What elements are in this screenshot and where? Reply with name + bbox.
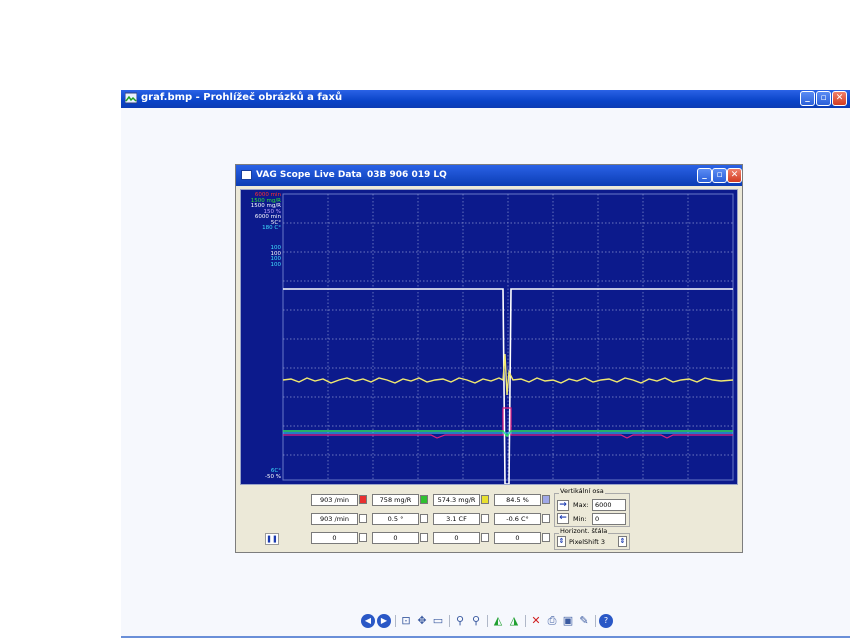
channel-value: 0 <box>433 532 480 544</box>
channel-color-swatch <box>542 495 550 504</box>
channel-checkbox <box>359 533 367 542</box>
scope-part-number: 03B 906 019 LQ <box>367 170 447 180</box>
legend-mid: 100 100 100 100 <box>241 245 282 268</box>
next-icon[interactable]: ▶ <box>377 614 391 628</box>
channel-checkbox <box>359 514 367 523</box>
channel-value: 574.3 mg/R <box>433 494 480 506</box>
save-icon[interactable]: ▣ <box>561 614 575 628</box>
toolbar-separator <box>525 615 526 627</box>
scroll-up-icon: ⇕ <box>618 536 627 547</box>
viewer-toolbar: ◀ ▶ ⊡ ✥ ▭ ⚲ ⚲ ◭ ◮ ✕ ⎙ ▣ ✎ ? <box>361 614 621 632</box>
legend-bottom: 6C° -50 % <box>241 468 281 480</box>
scope-app-name: VAG Scope <box>256 170 311 180</box>
vag-scope-window: VAG Scope Live Data 03B 906 019 LQ _ ▫ ✕ <box>235 164 743 553</box>
arrow-left-icon: ← <box>557 513 569 524</box>
channel-checkbox <box>542 533 550 542</box>
previous-icon[interactable]: ◀ <box>361 614 375 628</box>
slideshow-icon[interactable]: ▭ <box>431 614 445 628</box>
min-input: 0 <box>592 513 626 525</box>
scope-close-icon: ✕ <box>727 168 742 183</box>
channel-color-swatch <box>481 495 489 504</box>
close-button[interactable]: ✕ <box>832 91 847 106</box>
channel-checkbox <box>420 514 428 523</box>
best-fit-icon[interactable]: ⊡ <box>399 614 413 628</box>
vertical-scale-title: Vertikální osa <box>559 487 605 495</box>
minimize-button[interactable]: _ <box>800 91 815 106</box>
edit-icon[interactable]: ✎ <box>577 614 591 628</box>
channel-value: -0.6 C° <box>494 513 541 525</box>
scope-mode: Live Data <box>314 170 362 180</box>
channel-value: 0.5 ° <box>372 513 419 525</box>
channel-value: 903 /min <box>311 494 358 506</box>
zoom-in-icon[interactable]: ⚲ <box>453 614 467 628</box>
channel-color-swatch <box>359 495 367 504</box>
legend-label: 180 C° <box>262 225 281 231</box>
toolbar-separator <box>487 615 488 627</box>
print-icon[interactable]: ⎙ <box>545 614 559 628</box>
scope-graph <box>282 193 734 484</box>
scope-maximize-icon: ▫ <box>712 168 727 183</box>
viewer-title-text: graf.bmp - Prohlížeč obrázků a faxů <box>141 92 343 103</box>
horizontal-scale-value: PixelShift 3 <box>569 538 606 546</box>
scroll-down-icon: ⇕ <box>557 536 566 547</box>
help-icon[interactable]: ? <box>599 614 613 628</box>
channel-value: 758 mg/R <box>372 494 419 506</box>
delete-icon[interactable]: ✕ <box>529 614 543 628</box>
legend-label: -50 % <box>265 473 281 480</box>
channel-color-swatch <box>420 495 428 504</box>
rotate-clockwise-icon[interactable]: ◭ <box>491 614 505 628</box>
maximize-button[interactable]: ▫ <box>816 91 831 106</box>
scope-app-icon <box>241 170 252 180</box>
channel-checkbox <box>481 533 489 542</box>
rotate-counterclockwise-icon[interactable]: ◮ <box>507 614 521 628</box>
channel-checkbox <box>542 514 550 523</box>
channel-value: 0 <box>311 532 358 544</box>
toolbar-separator <box>395 615 396 627</box>
channel-value: 0 <box>372 532 419 544</box>
actual-size-icon[interactable]: ✥ <box>415 614 429 628</box>
channel-value: 84.5 % <box>494 494 541 506</box>
channel-value: 903 /min <box>311 513 358 525</box>
channel-checkbox <box>420 533 428 542</box>
scope-plot-area: 6000 min 1500 mg/R 1500 mg/R 150 % 6000 … <box>240 189 738 485</box>
trace-yellow <box>282 353 734 396</box>
toolbar-separator <box>595 615 596 627</box>
channel-value: 0 <box>494 532 541 544</box>
max-input: 6000 <box>592 499 626 511</box>
horizontal-scale-title: Horizont. šťála <box>559 527 609 535</box>
toolbar-separator <box>449 615 450 627</box>
arrow-right-icon: → <box>557 500 569 511</box>
scope-title-bar: VAG Scope Live Data 03B 906 019 LQ _ ▫ ✕ <box>236 165 742 186</box>
legend-top: 6000 min 1500 mg/R 1500 mg/R 150 % 6000 … <box>241 192 281 232</box>
zoom-out-icon[interactable]: ⚲ <box>469 614 483 628</box>
pause-button: ❚❚ <box>265 533 279 545</box>
image-viewer-icon <box>125 92 137 104</box>
channel-value: 3.1 CF <box>433 513 480 525</box>
legend-label: 100 <box>270 261 282 268</box>
channel-checkbox <box>481 514 489 523</box>
min-label: Min: <box>573 515 587 523</box>
scope-minimize-icon: _ <box>697 168 712 183</box>
viewer-title-bar[interactable]: graf.bmp - Prohlížeč obrázků a faxů _ ▫ … <box>121 90 850 108</box>
max-label: Max: <box>573 501 589 509</box>
